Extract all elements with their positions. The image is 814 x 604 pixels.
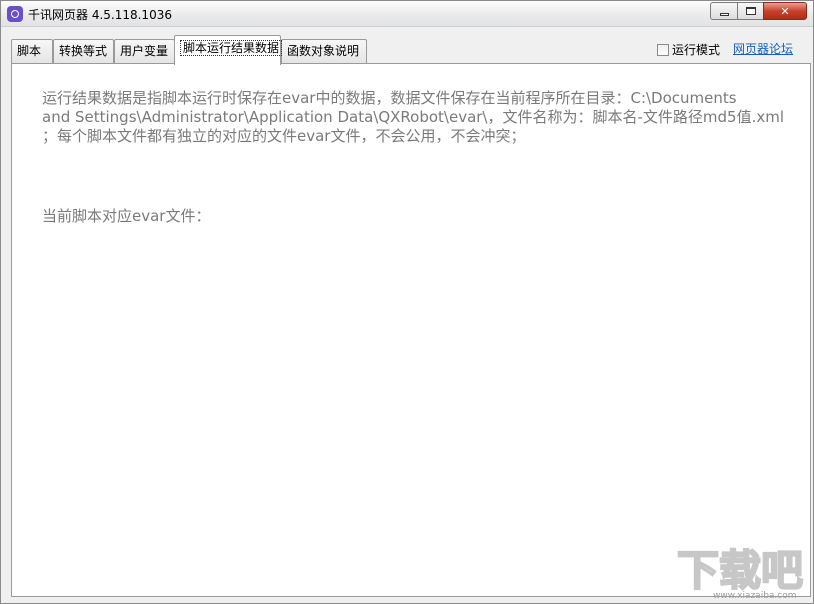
description-line: ；每个脚本文件都有独立的对应的文件evar文件，不会公用，不会冲突； [42, 127, 526, 145]
app-logo-icon [7, 6, 23, 22]
tab-script[interactable]: 脚本 [11, 39, 53, 64]
tab-function-object-docs[interactable]: 函数对象说明 [281, 39, 367, 64]
description-line: and Settings\Administrator\Application D… [42, 108, 784, 126]
close-button[interactable]: ✕ [763, 2, 807, 20]
run-mode-label: 运行模式 [672, 43, 721, 57]
tab-user-variables[interactable]: 用户变量 [114, 39, 175, 64]
run-mode-toggle[interactable]: 运行模式 [657, 41, 720, 58]
results-description: 运行结果数据是指脚本运行时保存在evar中的数据，数据文件保存在当前程序所在目录… [42, 89, 784, 146]
title-bar[interactable]: 千讯网页器 4.5.118.1036 ✕ [1, 1, 813, 27]
minimize-icon [719, 12, 729, 16]
tab-script-run-results[interactable]: 脚本运行结果数据 [174, 35, 283, 65]
run-mode-checkbox[interactable] [657, 43, 669, 56]
window-title: 千讯网页器 4.5.118.1036 [28, 8, 172, 22]
maximize-button[interactable] [737, 2, 763, 20]
watermark-text: 下载吧 [677, 546, 803, 595]
results-panel: 运行结果数据是指脚本运行时保存在evar中的数据，数据文件保存在当前程序所在目录… [11, 63, 811, 597]
tab-label: 函数对象说明 [287, 44, 360, 58]
close-icon: ✕ [780, 4, 790, 18]
watermark-url: www.xiazaiba.com [713, 591, 797, 601]
minimize-button[interactable] [710, 2, 737, 20]
maximize-icon [745, 7, 756, 15]
description-line: 运行结果数据是指脚本运行时保存在evar中的数据，数据文件保存在当前程序所在目录… [42, 89, 737, 107]
app-window: 千讯网页器 4.5.118.1036 ✕ 脚本 转换等式 用户变量 脚本运行结果… [0, 0, 814, 604]
current-evar-label: 当前脚本对应evar文件： [42, 207, 211, 225]
tab-label: 转换等式 [59, 44, 108, 58]
site-watermark-logo: 下载吧 [676, 545, 804, 596]
tab-label: 脚本运行结果数据 [180, 40, 283, 56]
tab-convert-equation[interactable]: 转换等式 [53, 39, 114, 64]
tab-label: 用户变量 [120, 44, 169, 58]
forum-link[interactable]: 网页器论坛 [733, 40, 793, 57]
window-controls: ✕ [710, 2, 807, 21]
tab-label: 脚本 [17, 44, 42, 58]
